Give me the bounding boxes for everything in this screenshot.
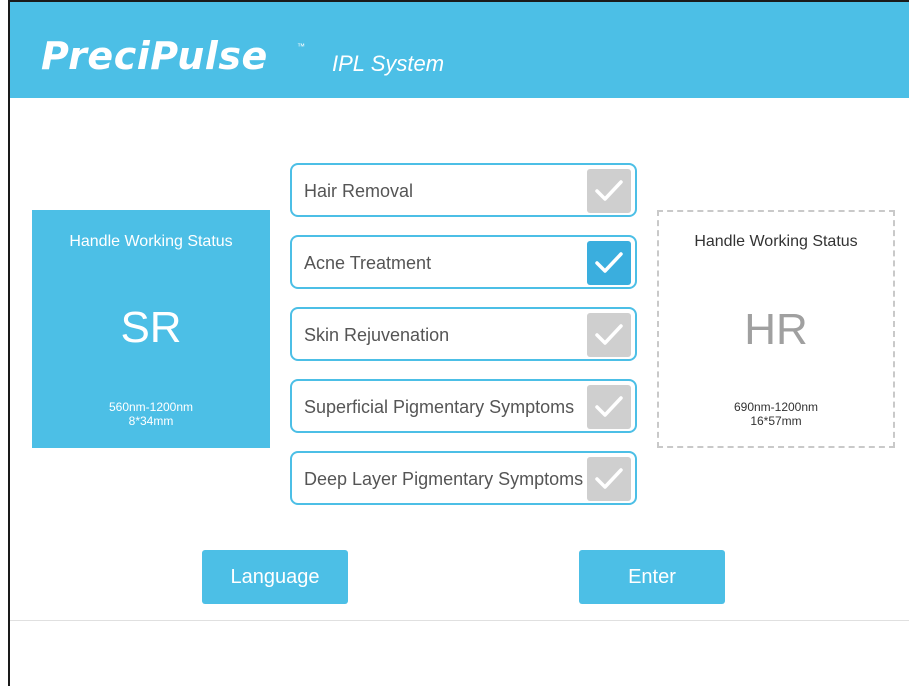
handle-spot-size: 16*57mm <box>750 414 802 428</box>
checkmark-icon <box>595 180 623 201</box>
checkmark-icon <box>595 468 623 489</box>
treatment-option-deep-layer-pigmentary[interactable]: Deep Layer Pigmentary Symptoms <box>290 451 637 505</box>
handle-spec: 690nm-1200nm 16*57mm <box>659 400 893 428</box>
handle-wavelength: 560nm-1200nm <box>108 400 194 414</box>
treatment-label: Skin Rejuvenation <box>304 325 450 345</box>
treatment-options: Hair Removal Acne Treatment Skin Rejuven… <box>290 163 637 523</box>
checkmark-icon <box>595 324 623 345</box>
treatment-label: Acne Treatment <box>304 253 432 273</box>
handle-status-title: Handle Working Status <box>69 233 233 250</box>
handle-wavelength: 690nm-1200nm <box>733 400 819 414</box>
handle-spot-size: 8*34mm <box>128 414 174 428</box>
app-subtitle: IPL System <box>332 51 445 76</box>
treatment-checkbox[interactable] <box>587 241 631 285</box>
treatment-option-skin-rejuvenation[interactable]: Skin Rejuvenation <box>290 307 637 361</box>
treatment-label: Hair Removal <box>304 181 414 201</box>
treatment-label: Deep Layer Pigmentary Symptoms <box>304 469 584 489</box>
treatment-checkbox[interactable] <box>587 169 631 213</box>
handle-status-card-sr[interactable]: Handle Working Status SR 560nm-1200nm 8*… <box>32 210 270 448</box>
handle-status-card-hr[interactable]: Handle Working Status HR 690nm-1200nm 16… <box>657 210 895 448</box>
treatment-checkbox[interactable] <box>587 385 631 429</box>
handle-code: SR <box>120 303 182 352</box>
treatment-option-superficial-pigmentary[interactable]: Superficial Pigmentary Symptoms <box>290 379 637 433</box>
brand-logo: PreciPulse <box>41 34 268 78</box>
footer-divider <box>10 620 909 621</box>
checkmark-icon <box>595 252 623 273</box>
treatment-option-hair-removal[interactable]: Hair Removal <box>290 163 637 217</box>
handle-spec: 560nm-1200nm 8*34mm <box>32 400 270 428</box>
handle-status-title: Handle Working Status <box>694 233 858 250</box>
app-header: PreciPulse ™ IPL System <box>10 2 909 98</box>
trademark-mark: ™ <box>297 42 305 51</box>
handle-code: HR <box>744 305 808 354</box>
language-button[interactable]: Language <box>202 550 348 604</box>
treatment-label: Superficial Pigmentary Symptoms <box>304 397 575 417</box>
enter-button[interactable]: Enter <box>579 550 725 604</box>
treatment-option-acne-treatment[interactable]: Acne Treatment <box>290 235 637 289</box>
treatment-checkbox[interactable] <box>587 313 631 357</box>
treatment-checkbox[interactable] <box>587 457 631 501</box>
checkmark-icon <box>595 396 623 417</box>
